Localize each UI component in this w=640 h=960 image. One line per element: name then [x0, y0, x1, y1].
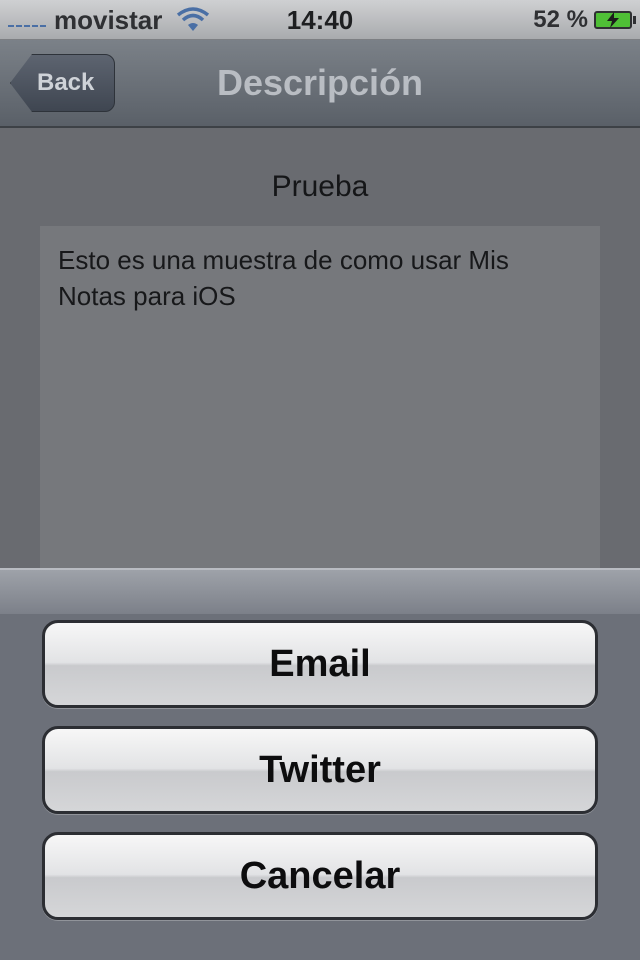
battery-percent: 52 % — [533, 6, 588, 33]
status-right: 52 % — [533, 0, 636, 40]
note-body[interactable]: Esto es una muestra de como usar Mis Not… — [40, 226, 600, 568]
screen: movistar 14:40 52 % Back Descripción Pru… — [0, 0, 640, 960]
action-sheet: Email Twitter Cancelar — [0, 568, 640, 960]
navigation-bar: Back Descripción — [0, 40, 640, 128]
twitter-button[interactable]: Twitter — [42, 726, 598, 814]
battery-charging-icon — [594, 11, 636, 29]
status-bar: movistar 14:40 52 % — [0, 0, 640, 40]
cancel-button[interactable]: Cancelar — [42, 832, 598, 920]
note-content: Prueba Esto es una muestra de como usar … — [0, 128, 640, 568]
page-title: Descripción — [216, 62, 424, 103]
action-sheet-header — [0, 570, 640, 614]
email-button[interactable]: Email — [42, 620, 598, 708]
note-title: Prueba — [271, 170, 369, 203]
